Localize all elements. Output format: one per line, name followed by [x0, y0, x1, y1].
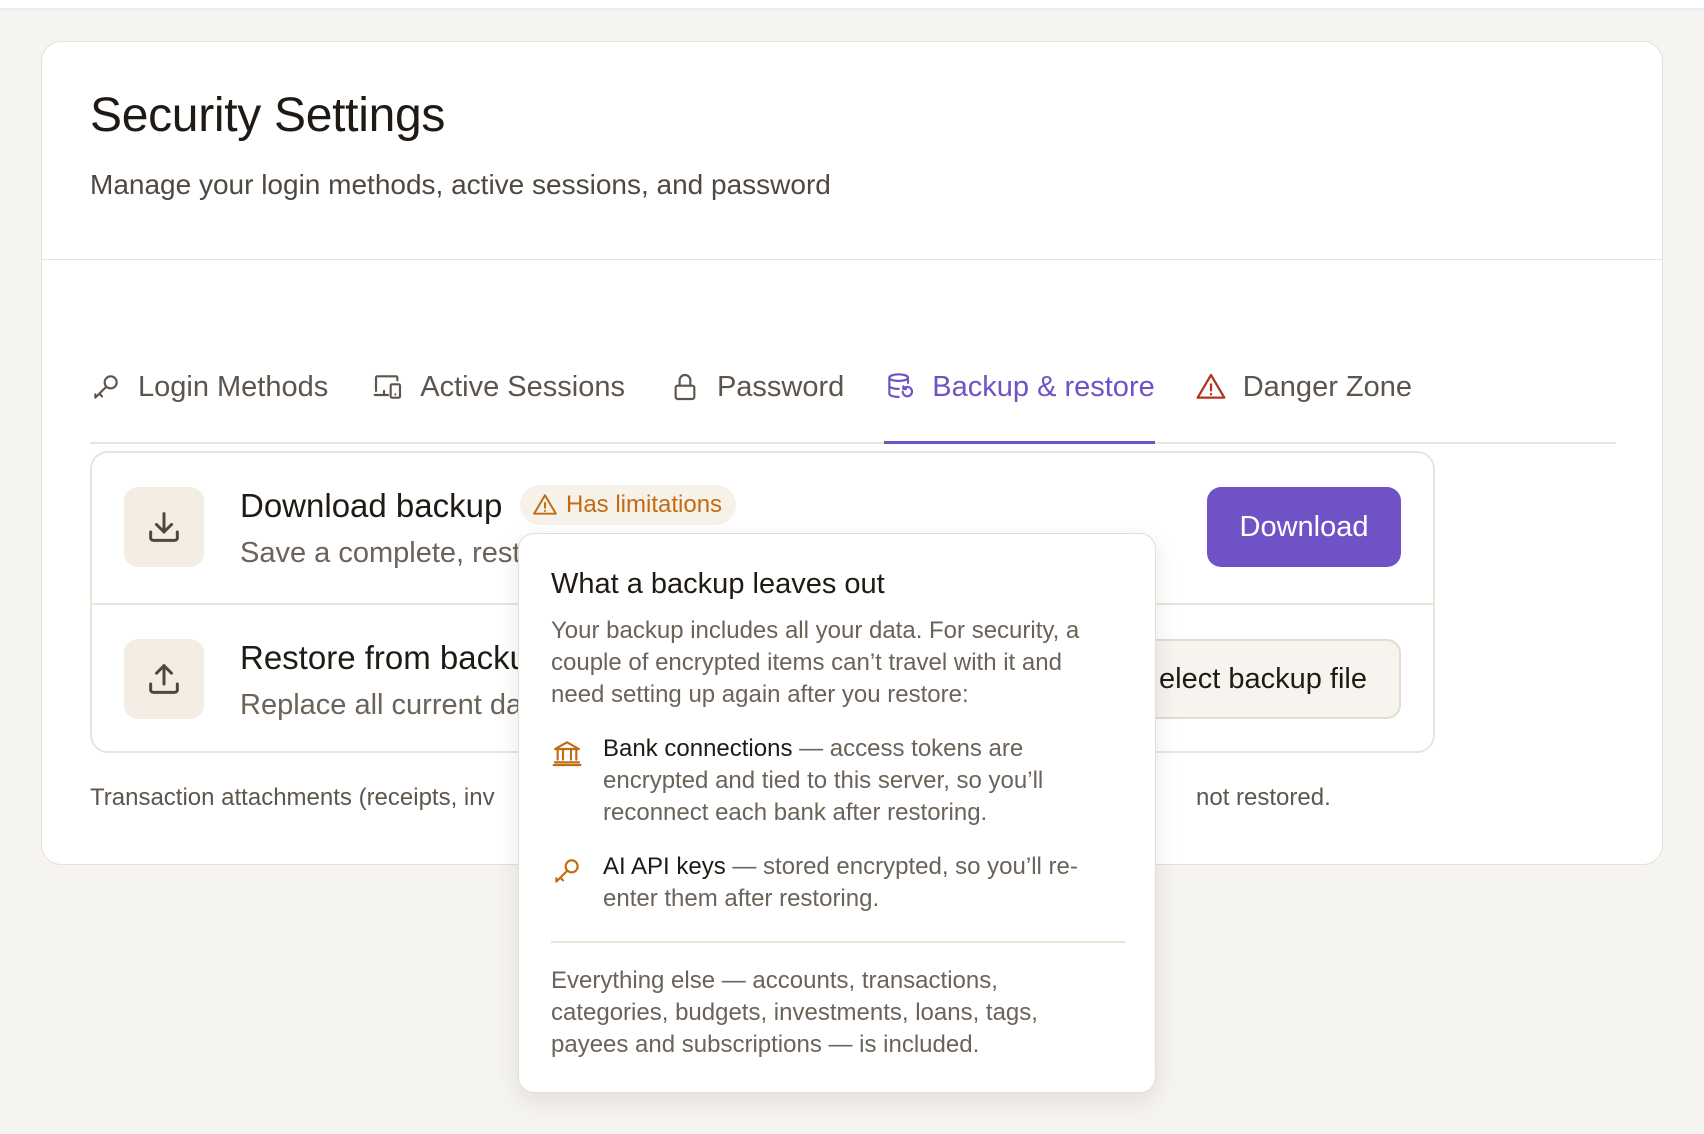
bank-icon — [552, 741, 582, 767]
warning-triangle-icon — [1196, 373, 1226, 399]
bank-connections-title: Bank connections — [603, 735, 793, 762]
download-backup-description: Save a complete, resto — [240, 537, 537, 569]
settings-tabs: Login Methods Active Sessions Password B… — [90, 332, 1616, 444]
popover-divider — [551, 941, 1125, 943]
tab-backup-restore[interactable]: Backup & restore — [884, 332, 1156, 444]
page-title: Security Settings — [90, 89, 446, 142]
devices-icon — [373, 375, 402, 399]
download-icon — [149, 512, 179, 542]
ai-api-keys-title: AI API keys — [603, 853, 726, 880]
upload-icon-tile — [124, 639, 204, 719]
limitations-popover: What a backup leaves out Your backup inc… — [518, 533, 1156, 1093]
tab-label: Active Sessions — [420, 370, 625, 403]
popover-item-ai-api-keys: AI API keys — stored encrypted, so you’l… — [551, 851, 1117, 915]
key-icon — [94, 375, 118, 399]
tab-label: Password — [716, 370, 845, 403]
top-bar — [0, 0, 1704, 8]
card-header: Security Settings Manage your login meth… — [42, 42, 1662, 260]
popover-outro: Everything else — accounts, transactions… — [551, 967, 1038, 1058]
footnote-left: Transaction attachments (receipts, inv — [90, 784, 495, 811]
tab-label: Login Methods — [138, 370, 329, 403]
restore-backup-title: Restore from backu — [240, 639, 528, 676]
tab-password[interactable]: Password — [669, 332, 844, 442]
popover-intro: Your backup includes all your data. For … — [551, 617, 1080, 708]
database-restore-icon — [888, 373, 914, 399]
popover-item-bank-connections: Bank connections — access tokens are enc… — [551, 733, 1117, 829]
popover-title: What a backup leaves out — [551, 568, 885, 600]
tab-login-methods[interactable]: Login Methods — [90, 332, 328, 442]
has-limitations-badge[interactable]: Has limitations — [520, 485, 737, 525]
warning-triangle-icon — [533, 494, 557, 515]
download-icon-tile — [124, 487, 204, 567]
footnote-right: not restored. — [1196, 784, 1331, 811]
tab-active-sessions[interactable]: Active Sessions — [372, 332, 625, 442]
upload-icon — [149, 664, 179, 694]
key-icon — [555, 859, 579, 883]
tab-danger-zone[interactable]: Danger Zone — [1195, 332, 1412, 442]
tab-label: Backup & restore — [932, 370, 1155, 403]
page-subtitle: Manage your login methods, active sessio… — [90, 168, 831, 200]
lock-icon — [674, 374, 696, 401]
download-backup-title: Download backup — [240, 487, 503, 524]
tab-label: Danger Zone — [1242, 370, 1413, 403]
download-button[interactable]: Download — [1207, 487, 1401, 567]
badge-label: Has limitations — [566, 491, 723, 518]
restore-backup-description: Replace all current da — [240, 689, 523, 721]
